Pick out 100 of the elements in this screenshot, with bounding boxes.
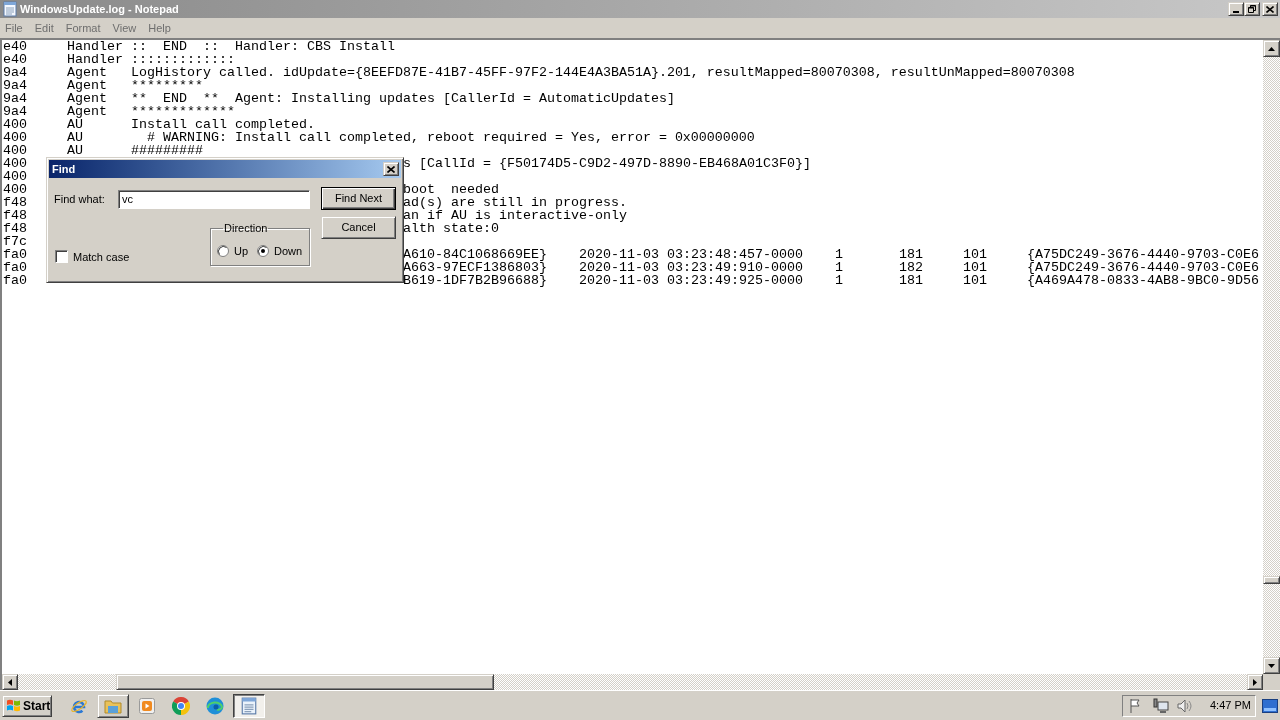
- log-source: AU: [67, 144, 83, 157]
- log-source: Agent: [67, 66, 107, 79]
- log-message: :: END :: Handler: CBS Install: [131, 40, 395, 53]
- thread-id: fa0: [3, 261, 27, 274]
- log-message: :::::::::::::: [131, 53, 235, 66]
- close-button[interactable]: [383, 162, 399, 176]
- log-message: #########: [131, 144, 203, 157]
- thread-id: 9a4: [3, 105, 27, 118]
- log-fragment: boot needed: [403, 183, 499, 196]
- chrome-icon: [172, 696, 190, 715]
- notepad-icon: [241, 696, 257, 715]
- clock-time: 4:47 PM: [1210, 698, 1251, 714]
- thread-id: 400: [3, 183, 27, 196]
- minimize-icon: [1233, 11, 1239, 13]
- log-fragment: 2020-11-03 03:23:49:910-0000: [579, 261, 803, 274]
- log-message: *********: [131, 79, 203, 92]
- checkbox-option[interactable]: Match case: [55, 248, 130, 265]
- log-source: AU: [67, 131, 83, 144]
- show-desktop-icon[interactable]: [1262, 698, 1278, 713]
- media-player-icon: [139, 697, 155, 714]
- log-source: Agent: [67, 105, 107, 118]
- thread-id: 400: [3, 157, 27, 170]
- log-fragment: A610-84C1068669EE}: [403, 248, 547, 261]
- edge-icon: [206, 696, 224, 715]
- minimize-button[interactable]: [1228, 2, 1244, 16]
- field-label: Find what:: [54, 193, 105, 206]
- close-icon: [1266, 5, 1274, 13]
- thread-id: 9a4: [3, 92, 27, 105]
- thread-id: fa0: [3, 274, 27, 287]
- log-fragment: 1: [835, 261, 843, 274]
- dialog-button[interactable]: Cancel: [321, 216, 396, 239]
- log-fragment: {A75DC249-3676-4440-9703-C0E6: [1027, 248, 1259, 261]
- speaker-icon[interactable]: [1177, 697, 1194, 714]
- text-editor[interactable]: [2, 40, 1263, 674]
- scroll-up-button[interactable]: [1263, 40, 1280, 57]
- log-message: # WARNING: Install call completed, reboot required = Yes, error = 0x00000000: [146, 131, 755, 144]
- window-title: WindowsUpdate.log - Notepad: [20, 2, 179, 17]
- close-button[interactable]: [1262, 2, 1278, 16]
- restore-button[interactable]: [1244, 2, 1260, 16]
- dialog-title: Find: [51, 162, 76, 177]
- log-source: Agent: [67, 92, 107, 105]
- restore-icon: [1248, 5, 1256, 13]
- thread-id: 400: [3, 131, 27, 144]
- start-logo-icon: [6, 699, 21, 712]
- scroll-right-button[interactable]: [1247, 674, 1263, 690]
- dialog-button[interactable]: Find Next: [321, 187, 396, 210]
- log-source: AU: [67, 118, 83, 131]
- log-fragment: A663-97ECF1386803}: [403, 261, 547, 274]
- log-fragment: 1: [835, 248, 843, 261]
- log-fragment: 101: [963, 274, 987, 287]
- log-fragment: an if AU is interactive-only: [403, 209, 627, 222]
- log-fragment: 181: [899, 248, 923, 261]
- vertical-scrollbar[interactable]: [1263, 40, 1280, 674]
- start-button[interactable]: Start: [2, 694, 52, 717]
- log-source: Agent: [67, 79, 107, 92]
- thread-id: 9a4: [3, 79, 27, 92]
- log-fragment: 1: [835, 274, 843, 287]
- log-fragment: 101: [963, 248, 987, 261]
- group-label: Direction: [223, 222, 269, 235]
- folder-icon: [104, 697, 122, 714]
- left-arrow-icon: [8, 678, 12, 686]
- notepad-icon: [3, 1, 17, 17]
- down-arrow-icon: [1268, 663, 1275, 668]
- log-fragment: alth state:0: [403, 222, 499, 235]
- thread-id: f48: [3, 209, 27, 222]
- log-fragment: ad(s) are still in progress.: [403, 196, 627, 209]
- log-message: Install call completed.: [131, 118, 315, 131]
- radio-option[interactable]: Down: [257, 243, 303, 260]
- log-fragment: s [CallId = {F50174D5-C9D2-497D-8890-EB468A01C3F0}]: [403, 157, 811, 170]
- log-fragment: 182: [899, 261, 923, 274]
- right-arrow-icon: [1253, 678, 1257, 686]
- thread-id: fa0: [3, 248, 27, 261]
- log-message: *************: [131, 105, 235, 118]
- close-icon: [387, 165, 395, 173]
- thread-id: 9a4: [3, 66, 27, 79]
- log-message: LogHistory called. idUpdate={8EEFD87E-41B7-45FF-97F2-144E4A3BA51A}.201, resultMapped=80070308, resultUnMapped=80070308: [131, 66, 1075, 79]
- log-fragment: B619-1DF7B2B96688}: [403, 274, 547, 287]
- log-message: ** END ** Agent: Installing updates [CallerId = AutomaticUpdates]: [131, 92, 675, 105]
- log-fragment: 2020-11-03 03:23:48:457-0000: [579, 248, 803, 261]
- thread-id: 400: [3, 118, 27, 131]
- thread-id: e40: [3, 53, 27, 66]
- taskbar-button[interactable]: [233, 693, 265, 718]
- scroll-left-button[interactable]: [2, 674, 18, 690]
- thread-id: f7c: [3, 235, 27, 248]
- log-source: Handler: [67, 40, 123, 53]
- horizontal-scrollbar[interactable]: [2, 674, 1263, 690]
- log-fragment: {A469A478-0833-4AB8-9BC0-9D56: [1027, 274, 1259, 287]
- log-fragment: 2020-11-03 03:23:49:925-0000: [579, 274, 803, 287]
- scroll-thumb[interactable]: [116, 674, 494, 690]
- find-what-input[interactable]: vc: [118, 190, 310, 209]
- thread-id: e40: [3, 40, 27, 53]
- network-computer-icon[interactable]: [1153, 697, 1169, 714]
- up-arrow-icon: [1268, 46, 1275, 51]
- radio-option[interactable]: Up: [217, 243, 249, 260]
- scroll-down-button[interactable]: [1263, 657, 1280, 674]
- log-fragment: 101: [963, 261, 987, 274]
- menu-item[interactable]: View: [112, 21, 137, 35]
- thread-id: f48: [3, 196, 27, 209]
- scroll-thumb[interactable]: [1263, 576, 1280, 584]
- log-fragment: {A75DC249-3676-4440-9703-C0E6: [1027, 261, 1259, 274]
